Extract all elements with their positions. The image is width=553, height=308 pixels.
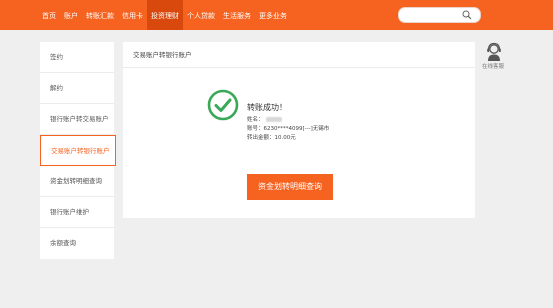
result-title: 转账成功！ (247, 103, 287, 112)
nav-item-more[interactable]: 更多业务 (255, 0, 291, 30)
nav-item-life-service[interactable]: 生活服务 (219, 0, 255, 30)
transfer-detail-query-button[interactable]: 资金划转明细查询 (247, 174, 333, 200)
nav-item-home[interactable]: 首页 (38, 0, 60, 30)
sidebar-item-trade-to-bank[interactable]: 交易账户转银行账户 (40, 135, 116, 166)
account-line: 账号：6230****4099[---]无锡市 (247, 126, 330, 132)
name-row: 姓名： (247, 116, 329, 125)
sidebar-item-bank-to-trade[interactable]: 银行账户转交易账户 (40, 104, 114, 135)
customer-service-icon[interactable] (485, 42, 503, 62)
page-title: 交易账户转银行账户 (123, 42, 475, 68)
nav-item-investment[interactable]: 投资理财 (147, 0, 183, 30)
nav-item-credit-card[interactable]: 信用卡 (118, 0, 147, 30)
sidebar-item-bank-account-maintain[interactable]: 银行账户维护 (40, 197, 114, 228)
check-circle-icon (207, 89, 239, 121)
search-icon[interactable] (462, 10, 472, 20)
masked-name (265, 117, 282, 122)
top-nav-bar: 首页 账户 转账汇款 信用卡 投资理财 个人贷款 生活服务 更多业务 (0, 0, 553, 30)
nav-item-transfer[interactable]: 转账汇款 (82, 0, 118, 30)
sidebar-item-transfer-detail[interactable]: 资金划转明细查询 (40, 166, 114, 197)
online-service[interactable]: 在线客服 (481, 42, 505, 70)
sidebar-item-sign[interactable]: 签约 (40, 42, 114, 73)
online-service-label[interactable]: 在线客服 (481, 62, 505, 70)
main-panel: 交易账户转银行账户 转账成功！ 姓名： 账号：6230****4099[---]… (123, 42, 475, 218)
sidebar-item-unsign[interactable]: 解约 (40, 73, 114, 104)
search-input[interactable] (398, 7, 481, 23)
amount-line: 转出金额：10.00元 (247, 135, 296, 141)
sidebar-item-balance-query[interactable]: 余额查询 (40, 228, 114, 259)
main-nav: 首页 账户 转账汇款 信用卡 投资理财 个人贷款 生活服务 更多业务 (38, 0, 291, 30)
name-label: 姓名： (247, 117, 264, 123)
nav-item-personal-loan[interactable]: 个人贷款 (183, 0, 219, 30)
sidebar-menu: 签约 解约 银行账户转交易账户 交易账户转银行账户 资金划转明细查询 银行账户维… (40, 42, 116, 259)
transfer-result: 转账成功！ 姓名： 账号：6230****4099[---]无锡市 转出金额：1… (247, 102, 329, 143)
nav-item-account[interactable]: 账户 (60, 0, 82, 30)
